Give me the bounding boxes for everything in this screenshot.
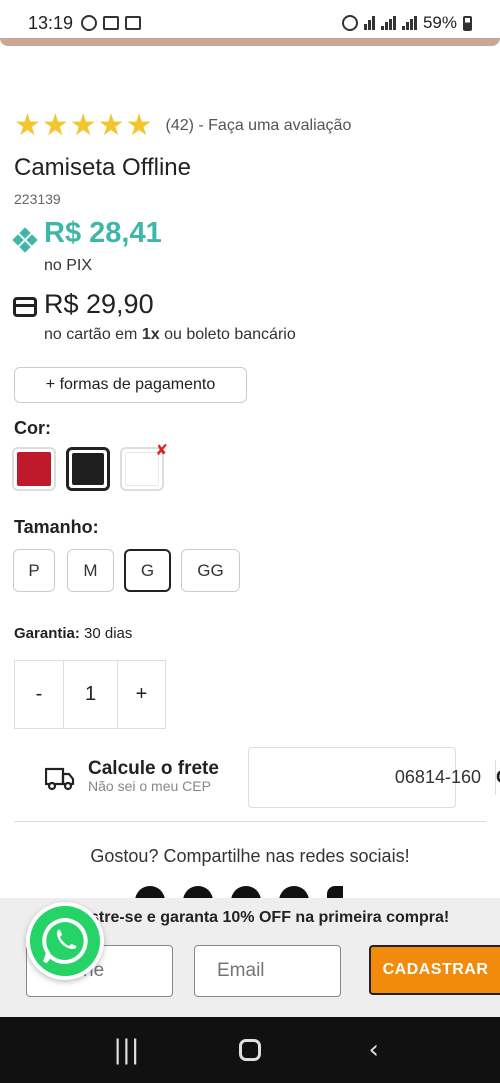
warranty: Garantia: 30 dias [14,625,132,642]
warranty-label: Garantia: [14,625,80,642]
credit-card-icon [13,297,37,317]
card-label: no cartão em 1x ou boleto bancário [44,326,296,344]
share-text: Gostou? Compartilhe nas redes sociais! [90,846,410,866]
cep-ok-button[interactable]: OK [495,760,500,795]
color-label: Cor: [14,418,51,438]
size-option-m[interactable]: M [67,549,114,592]
status-right: 59% [341,13,472,33]
newsletter-text: stre-se e garanta 10% OFF na primeira co… [90,909,450,926]
shipping-title: Calcule o frete [88,758,219,779]
pix-label: no PIX [44,257,93,274]
color-fill-black [72,453,104,485]
color-fill-white [125,452,159,486]
whatsapp-icon [30,906,100,976]
size-option-p[interactable]: P [13,549,55,592]
alarm-icon [341,15,358,31]
payment-options-button[interactable]: + formas de pagamento [14,367,247,403]
quantity-increase-button[interactable]: + [118,661,165,728]
card-price: R$ 29,90 [44,289,154,319]
color-swatch-black[interactable] [66,447,110,491]
divider [14,821,486,822]
product-sku: 223139 [14,191,61,207]
quantity-value[interactable]: 1 [64,661,118,728]
whatsapp-glyph-icon [42,917,88,964]
card-label-pre: no cartão em [44,326,142,343]
status-time: 13:19 [28,12,74,33]
system-nav-bar: ||| ‹ [0,1017,500,1083]
rating[interactable]: ★★★★★ (42) - Faça uma avaliação [14,108,351,143]
unknown-cep-link[interactable]: Não sei o meu CEP [88,778,211,794]
whatsapp-notification-icon [81,15,98,31]
pix-icon [12,227,38,253]
signal-icon [380,16,396,30]
size-option-g[interactable]: G [124,549,171,592]
battery-percent: 59% [422,13,457,32]
app-notification-icon [125,16,142,30]
newsletter-email-input[interactable] [194,945,341,997]
product-image-edge [0,38,500,46]
color-swatch-white[interactable]: ✘ [120,441,168,491]
truck-icon [45,767,75,791]
star-rating-icons: ★★★★★ [14,108,154,143]
notification-icons [81,15,142,31]
quantity-decrease-button[interactable]: - [15,661,64,728]
whatsapp-button[interactable] [26,902,104,980]
size-label: Tamanho: [14,517,99,537]
wifi-icon [363,16,375,30]
home-button[interactable] [238,1039,261,1061]
product-title: Camiseta Offline [14,154,191,181]
back-button[interactable]: ‹ [354,1035,394,1065]
color-swatch-red[interactable] [12,447,56,491]
signal-2-icon [401,16,417,30]
newsletter-submit-button[interactable]: CADASTRAR [369,945,500,995]
card-label-post: ou boleto bancário [159,326,296,343]
recent-apps-button[interactable]: ||| [106,1035,146,1065]
rating-link[interactable]: (42) - Faça uma avaliação [165,117,351,135]
pix-price: R$ 28,41 [44,217,162,249]
gmail-notification-icon [103,16,120,30]
cep-input[interactable] [249,748,495,807]
battery-icon [463,15,472,31]
color-fill-red [17,452,51,486]
cep-form: OK [248,747,500,808]
warranty-value: 30 dias [79,625,133,642]
unavailable-x-icon: ✘ [155,441,168,459]
card-installments: 1x [141,326,160,343]
size-option-gg[interactable]: GG [181,549,240,592]
quantity-stepper: - 1 + [14,660,166,729]
